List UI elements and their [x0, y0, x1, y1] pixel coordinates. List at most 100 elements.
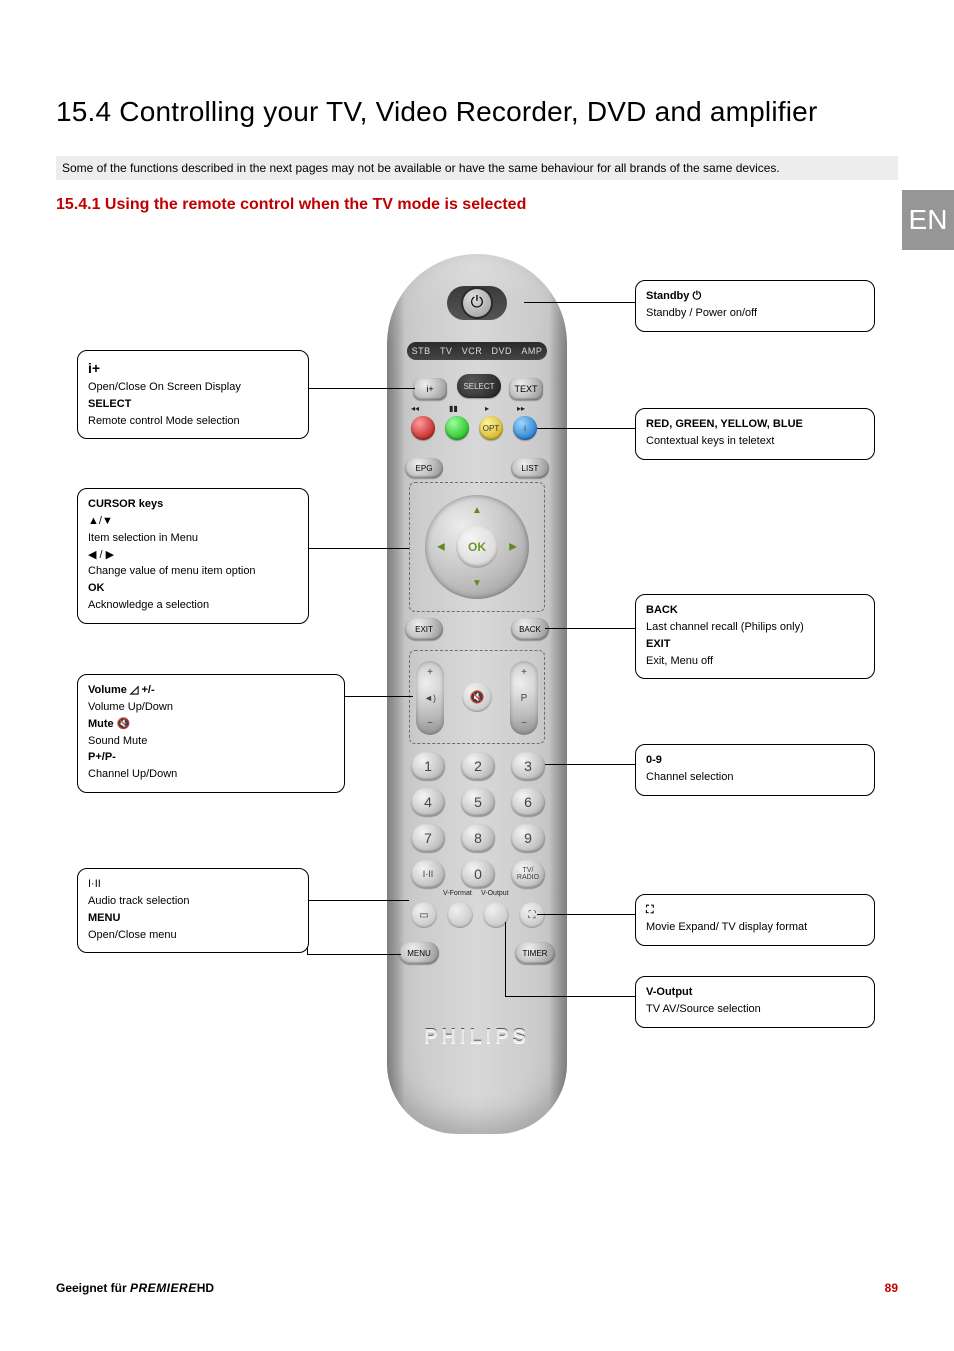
- callout-title: P+/P-: [88, 751, 116, 763]
- callout-desc: Volume Up/Down: [88, 700, 334, 715]
- osd-button[interactable]: i+: [413, 378, 447, 400]
- aspect-button[interactable]: ▭: [411, 902, 437, 928]
- power-icon: ⏻: [471, 294, 484, 312]
- callout-desc: Channel Up/Down: [88, 767, 334, 782]
- callout-colors: RED, GREEN, YELLOW, BLUE Contextual keys…: [635, 408, 875, 460]
- prog-plus-icon: +: [521, 667, 527, 678]
- rocker-group: + ◄) − 🔇 + P −: [409, 650, 545, 744]
- expand-icon: ⛶: [646, 904, 654, 916]
- footer-left: Geeignet für PREMIEREHD: [56, 1281, 214, 1295]
- key-1[interactable]: 1: [411, 752, 445, 780]
- callout-desc: Contextual keys in teletext: [646, 434, 864, 449]
- expand-button[interactable]: ⛶: [519, 902, 545, 928]
- callout-cursor: CURSOR keys ▲/▼ Item selection in Menu ◀…: [77, 488, 309, 624]
- brand-logo: PHILIPS: [424, 1026, 530, 1049]
- down-arrow-icon: ▼: [472, 578, 482, 589]
- callout-desc: TV AV/Source selection: [646, 1002, 864, 1017]
- volume-rocker[interactable]: + ◄) −: [416, 661, 444, 735]
- callout-desc: Open/Close menu: [88, 928, 298, 943]
- callout-vol: Volume ◿ +/- Volume Up/Down Mute 🔇 Sound…: [77, 674, 345, 793]
- yellow-button[interactable]: OPT: [479, 416, 503, 440]
- prog-minus-icon: −: [521, 718, 527, 729]
- callout-desc: Exit, Menu off: [646, 654, 864, 669]
- left-arrow-icon: ◀: [437, 542, 445, 553]
- mode-tv: TV: [440, 346, 453, 356]
- callout-expand: ⛶ Movie Expand/ TV display format: [635, 894, 875, 946]
- callout-title: CURSOR keys: [88, 498, 163, 510]
- osd-icon: i+: [426, 384, 433, 394]
- callout-title: Standby ⏻: [646, 290, 701, 302]
- key-3[interactable]: 3: [511, 752, 545, 780]
- key-5[interactable]: 5: [461, 788, 495, 816]
- callout-back: BACK Last channel recall (Philips only) …: [635, 594, 875, 679]
- expand-icon: ⛶: [529, 910, 536, 921]
- osd-icon: i+: [88, 360, 100, 376]
- epg-button[interactable]: EPG: [405, 458, 443, 478]
- page-footer: Geeignet für PREMIEREHD 89: [56, 1281, 898, 1295]
- key-tv-radio[interactable]: TV/ RADIO: [511, 860, 545, 888]
- mode-amp: AMP: [521, 346, 542, 356]
- page-title: 15.4 Controlling your TV, Video Recorder…: [56, 96, 898, 128]
- key-9[interactable]: 9: [511, 824, 545, 852]
- vol-plus-icon: +: [427, 667, 433, 678]
- mode-stb: STB: [412, 346, 431, 356]
- nav-ring[interactable]: ▲ ▼ ◀ ▶ OK: [425, 495, 529, 599]
- mute-icon: 🔇: [470, 690, 485, 704]
- callout-desc: Acknowledge a selection: [88, 598, 298, 613]
- text-button[interactable]: TEXT: [509, 378, 543, 400]
- select-button[interactable]: SELECT: [457, 374, 501, 398]
- mute-button[interactable]: 🔇: [462, 682, 492, 712]
- callout-desc: Movie Expand/ TV display format: [646, 920, 864, 935]
- standby-button[interactable]: ⏻: [463, 289, 491, 317]
- callout-desc: Standby / Power on/off: [646, 306, 864, 321]
- callout-desc: Change value of menu item option: [88, 564, 298, 579]
- green-button[interactable]: [445, 416, 469, 440]
- remote-diagram: ⏻ STB TV VCR DVD AMP i+ SELECT TEXT OPT …: [77, 254, 877, 1174]
- callout-desc: Remote control Mode selection: [88, 414, 298, 429]
- footer-prefix: Geeignet für: [56, 1281, 130, 1295]
- key-0[interactable]: 0: [461, 860, 495, 888]
- callout-title: V-Output: [646, 986, 692, 998]
- callout-desc: Sound Mute: [88, 734, 334, 749]
- page-number: 89: [885, 1281, 898, 1295]
- callout-title: OK: [88, 582, 105, 594]
- key-i-ii[interactable]: I·II: [411, 860, 445, 888]
- remote-body: ⏻ STB TV VCR DVD AMP i+ SELECT TEXT OPT …: [387, 254, 567, 1134]
- key-7[interactable]: 7: [411, 824, 445, 852]
- keypad: 1 2 3 4 5 6 7 8 9 I·II 0 TV/ RADIO: [411, 752, 545, 896]
- callout-desc: Channel selection: [646, 770, 864, 785]
- section-title: 15.4.1 Using the remote control when the…: [56, 196, 898, 214]
- back-button[interactable]: BACK: [511, 618, 549, 640]
- aspect-icon: ▭: [419, 910, 428, 921]
- key-4[interactable]: 4: [411, 788, 445, 816]
- footer-suffix: HD: [197, 1281, 214, 1295]
- voutput-label: V-Output: [481, 890, 509, 897]
- key-6[interactable]: 6: [511, 788, 545, 816]
- key-8[interactable]: 8: [461, 824, 495, 852]
- timer-button[interactable]: TIMER: [515, 942, 555, 964]
- exit-button[interactable]: EXIT: [405, 618, 443, 640]
- red-button[interactable]: [411, 416, 435, 440]
- key-2[interactable]: 2: [461, 752, 495, 780]
- language-tab: EN: [902, 190, 954, 250]
- vformat-label: V-Format: [443, 890, 472, 897]
- program-rocker[interactable]: + P −: [510, 661, 538, 735]
- blue-button[interactable]: i: [513, 416, 537, 440]
- cursor-ud: ▲/▼: [88, 514, 298, 529]
- callout-title: MENU: [88, 912, 120, 924]
- callout-desc: Audio track selection: [88, 894, 298, 909]
- list-button[interactable]: LIST: [511, 458, 549, 478]
- up-arrow-icon: ▲: [472, 505, 482, 516]
- vformat-button[interactable]: [447, 902, 473, 928]
- callout-desc: Last channel recall (Philips only): [646, 620, 864, 635]
- vol-icon: ◄): [424, 693, 436, 703]
- callout-digits: 0-9 Channel selection: [635, 744, 875, 796]
- callout-vout: V-Output TV AV/Source selection: [635, 976, 875, 1028]
- callout-osd: i+ Open/Close On Screen Display SELECT R…: [77, 350, 309, 439]
- standby-area: ⏻: [447, 286, 507, 320]
- menu-button[interactable]: MENU: [399, 942, 439, 964]
- ok-button[interactable]: OK: [456, 526, 498, 568]
- note-bar: Some of the functions described in the n…: [56, 156, 898, 180]
- right-arrow-icon: ▶: [509, 542, 517, 553]
- callout-title: RED, GREEN, YELLOW, BLUE: [646, 418, 803, 430]
